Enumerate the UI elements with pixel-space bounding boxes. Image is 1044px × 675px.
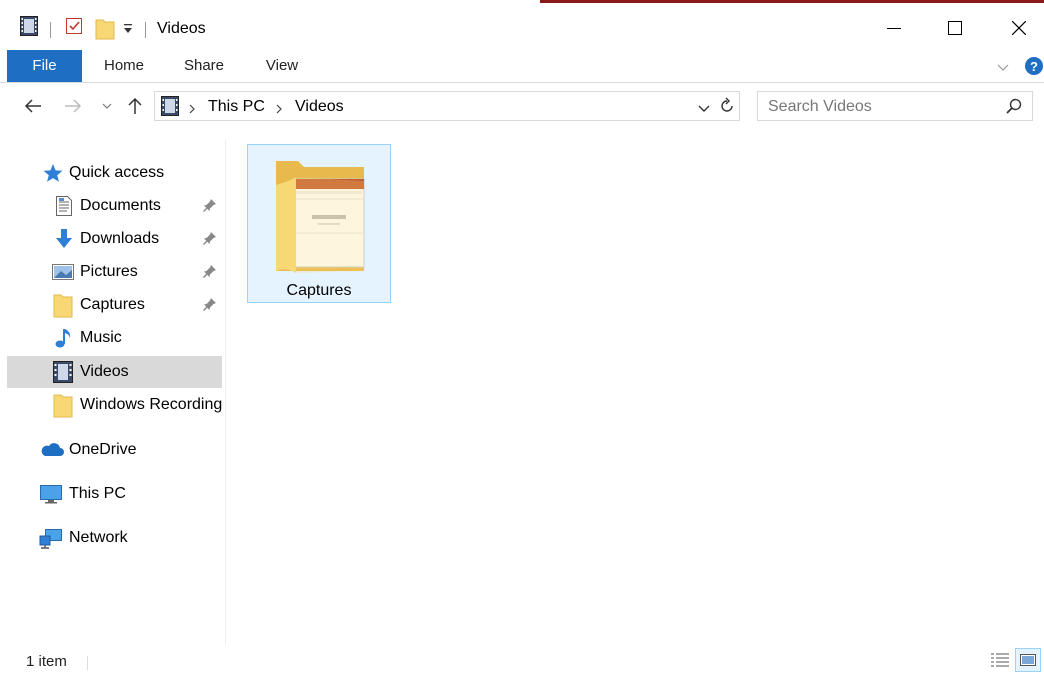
- tab-file[interactable]: File: [7, 50, 82, 82]
- nav-item-label: Pictures: [80, 263, 138, 280]
- folder-icon: [53, 394, 75, 418]
- minimize-button[interactable]: [871, 8, 917, 48]
- details-view-icon: [991, 653, 1009, 667]
- properties-icon[interactable]: [64, 16, 84, 40]
- recent-locations-button[interactable]: [94, 92, 120, 120]
- large-icons-view-icon: [1020, 654, 1036, 666]
- status-divider: [87, 656, 88, 670]
- title-separator: [145, 22, 146, 38]
- nav-item-label: OneDrive: [69, 441, 137, 458]
- nav-item-label: Quick access: [69, 164, 165, 181]
- nav-item-onedrive[interactable]: OneDrive: [7, 434, 222, 466]
- music-icon: [53, 327, 75, 349]
- customize-toolbar-icon[interactable]: [122, 22, 134, 46]
- tab-home[interactable]: Home: [92, 50, 156, 82]
- back-button[interactable]: [20, 92, 46, 120]
- videos-location-icon: [161, 96, 179, 121]
- large-icons-view-button[interactable]: [1015, 648, 1041, 672]
- address-bar[interactable]: This PC Videos: [154, 91, 740, 121]
- close-icon: [1012, 21, 1026, 35]
- background-strip: [540, 0, 1044, 3]
- videos-icon: [53, 361, 75, 383]
- download-icon: [53, 228, 75, 250]
- minimize-icon: [887, 28, 901, 29]
- pin-icon[interactable]: [202, 197, 218, 213]
- network-icon: [39, 527, 62, 549]
- nav-item-pictures[interactable]: Pictures: [7, 256, 222, 288]
- back-arrow-icon: [24, 99, 41, 113]
- nav-item-label: Downloads: [80, 230, 160, 247]
- nav-item-label: Network: [69, 529, 128, 546]
- nav-item-videos[interactable]: Videos: [7, 356, 222, 388]
- nav-item-network[interactable]: Network: [7, 522, 222, 554]
- nav-item-music[interactable]: Music: [7, 322, 222, 354]
- folder-icon: [53, 294, 75, 318]
- tab-share[interactable]: Share: [172, 50, 236, 82]
- title-bar: Videos: [0, 8, 1044, 48]
- ribbon-tabs: File Home Share View ?: [0, 50, 1044, 83]
- refresh-icon[interactable]: [719, 97, 735, 120]
- file-explorer-window: Videos File Home Share View ? This PC Vi…: [0, 0, 1044, 675]
- search-box[interactable]: Search Videos: [757, 91, 1033, 121]
- documents-icon: [53, 195, 75, 217]
- up-arrow-icon: [128, 97, 142, 114]
- folder-label: Captures: [286, 282, 352, 299]
- pane-divider[interactable]: [225, 140, 226, 645]
- nav-item-label: Music: [80, 329, 122, 346]
- pin-icon[interactable]: [202, 296, 218, 312]
- nav-item-label: This PC: [69, 485, 126, 502]
- breadcrumb-this-pc[interactable]: This PC: [208, 97, 265, 117]
- top-strip: [0, 0, 1044, 4]
- expand-ribbon-icon[interactable]: [996, 60, 1010, 78]
- tab-view[interactable]: View: [250, 50, 314, 82]
- title-separator: [50, 22, 51, 38]
- navigation-pane: Quick access Documents Downloads Picture…: [7, 140, 225, 645]
- window-title: Videos: [157, 20, 206, 37]
- computer-icon: [39, 483, 62, 505]
- address-dropdown-icon[interactable]: [697, 101, 711, 119]
- search-placeholder[interactable]: Search Videos: [768, 97, 872, 117]
- nav-item-label: Documents: [80, 197, 161, 214]
- nav-item-this-pc[interactable]: This PC: [7, 478, 222, 510]
- videos-app-icon[interactable]: [20, 16, 38, 40]
- search-icon[interactable]: [1006, 98, 1022, 119]
- pin-icon[interactable]: [202, 230, 218, 246]
- nav-item-label: Windows Recording: [80, 396, 222, 413]
- pin-icon[interactable]: [202, 263, 218, 279]
- maximize-button[interactable]: [932, 8, 978, 48]
- nav-item-captures[interactable]: Captures: [7, 289, 222, 321]
- new-folder-icon[interactable]: [95, 16, 115, 40]
- breadcrumb-chevron-icon[interactable]: [275, 101, 283, 119]
- chevron-down-icon: [102, 103, 112, 109]
- forward-button[interactable]: [60, 92, 86, 120]
- svg-text:?: ?: [1030, 59, 1038, 74]
- nav-item-quick-access[interactable]: Quick access: [7, 157, 222, 189]
- breadcrumb-chevron-icon[interactable]: [188, 101, 196, 119]
- star-icon: [42, 162, 64, 184]
- forward-arrow-icon: [65, 99, 82, 113]
- nav-item-windows-recording[interactable]: Windows Recording: [7, 389, 222, 421]
- folder-tile-captures[interactable]: Captures: [247, 144, 391, 303]
- details-view-button[interactable]: [987, 648, 1013, 672]
- nav-item-label: Videos: [80, 363, 129, 380]
- close-button[interactable]: [996, 8, 1042, 48]
- folder-icon: [272, 155, 368, 280]
- help-icon[interactable]: ?: [1024, 56, 1044, 81]
- nav-item-downloads[interactable]: Downloads: [7, 223, 222, 255]
- up-button[interactable]: [122, 92, 148, 120]
- nav-item-label: Captures: [80, 296, 145, 313]
- status-item-count: 1 item: [26, 653, 67, 670]
- pictures-icon: [51, 261, 74, 283]
- maximize-icon: [948, 21, 962, 35]
- cloud-icon: [40, 439, 64, 461]
- nav-item-documents[interactable]: Documents: [7, 190, 222, 222]
- breadcrumb-videos[interactable]: Videos: [295, 97, 344, 117]
